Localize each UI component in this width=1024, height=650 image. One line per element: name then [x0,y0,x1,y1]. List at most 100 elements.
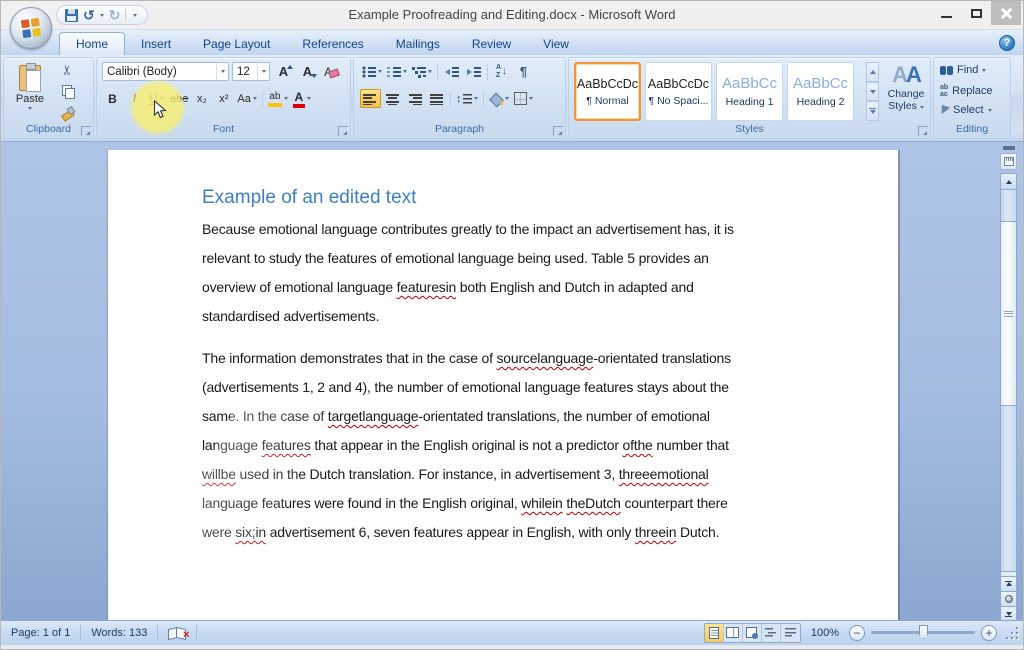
select-dropdown-arrow-icon[interactable] [988,109,992,112]
scrollbar-thumb[interactable] [1000,221,1017,406]
paste-button[interactable]: Paste [8,61,52,123]
web-layout-view-button[interactable] [743,624,762,642]
line-spacing-button[interactable]: ↕ [454,89,480,108]
proofing-status-button[interactable]: × [158,621,196,644]
view-shortcuts [704,623,801,643]
superscript-button[interactable]: x² [213,89,234,108]
clipboard-dialog-launcher[interactable] [81,126,91,136]
style-card-heading2[interactable]: AaBbCc Heading 2 [787,62,854,121]
decrease-indent-button[interactable] [441,62,462,81]
find-button[interactable]: Find [940,64,986,76]
office-button[interactable] [10,7,52,49]
font-color-dropdown-arrow-icon[interactable] [307,97,311,100]
tab-references[interactable]: References [286,32,379,55]
next-page-button[interactable] [1000,606,1017,620]
zoom-level[interactable]: 100% [801,627,849,639]
font-dialog-launcher[interactable] [338,126,348,136]
highlight-dropdown-arrow-icon[interactable] [284,97,288,100]
ruler-toggle-button[interactable] [1000,153,1017,170]
font-size-dropdown-arrow-icon[interactable] [262,70,266,73]
select-button[interactable]: Select [940,104,992,116]
close-button[interactable] [991,1,1021,25]
outline-view-button[interactable] [762,624,781,642]
font-family-dropdown-arrow-icon[interactable] [221,70,225,73]
align-left-button[interactable] [360,89,381,108]
print-layout-view-button[interactable] [705,624,724,642]
thumb-grip-icon [1004,311,1013,317]
italic-button[interactable]: I [124,89,145,108]
minimize-button[interactable] [931,1,961,25]
multilevel-list-button[interactable] [410,62,434,81]
outline-icon [765,627,776,638]
style-card-heading1[interactable]: AaBbCc Heading 1 [716,62,783,121]
paragraph-dialog-launcher[interactable] [553,126,563,136]
styles-more-button[interactable] [866,101,879,121]
previous-page-button[interactable] [1000,576,1017,592]
numbering-button[interactable] [385,62,409,81]
full-screen-reading-view-button[interactable] [724,624,743,642]
format-painter-button[interactable] [56,103,78,121]
draft-view-button[interactable] [781,624,800,642]
web-layout-icon [746,627,757,638]
tab-insert[interactable]: Insert [125,32,187,55]
find-dropdown-arrow-icon[interactable] [982,69,986,72]
tab-review[interactable]: Review [456,32,527,55]
word-count[interactable]: Words: 133 [81,621,157,644]
strikethrough-button[interactable]: abe [168,89,190,108]
resize-grip[interactable] [1005,626,1019,640]
show-hide-pilcrow-button[interactable]: ¶ [513,62,534,81]
zoom-out-button[interactable]: − [849,625,865,641]
change-case-dropdown-arrow-icon[interactable] [253,97,257,100]
subscript-button[interactable]: x₂ [191,89,212,108]
text-run: same. In the case of [202,408,328,424]
tab-view[interactable]: View [527,32,585,55]
tab-home[interactable]: Home [59,32,125,55]
help-button[interactable]: ? [999,35,1015,51]
tab-page-layout[interactable]: Page Layout [187,32,286,55]
bullets-button[interactable] [360,62,384,81]
document-page[interactable]: Example of an edited text Because emotio… [108,150,898,620]
zoom-slider-track[interactable] [871,631,975,634]
replace-button[interactable]: abac Replace [940,84,993,98]
font-color-button[interactable]: A [291,89,313,108]
copy-button[interactable] [56,82,78,100]
bold-button[interactable]: B [102,89,123,108]
grow-font-button[interactable]: A [273,62,294,81]
document-line: willbe used in the Dutch translation. Fo… [202,460,802,489]
borders-icon [514,92,527,105]
browse-object-icon [1005,595,1013,603]
style-card-no-spacing[interactable]: AaBbCcDc ¶ No Spaci... [645,62,712,121]
paste-dropdown-arrow-icon[interactable] [28,107,32,110]
zoom-in-button[interactable]: + [981,625,997,641]
document-text: Example of an edited text Because emotio… [202,183,802,560]
justify-button[interactable] [426,89,447,108]
align-center-button[interactable] [382,89,403,108]
style-card-normal[interactable]: AaBbCcDc ¶ Normal [574,62,641,121]
styles-scroll-down-button[interactable] [866,82,879,102]
sort-button[interactable]: AZ ↓ [491,62,512,81]
scroll-up-button[interactable] [1000,173,1017,190]
align-right-button[interactable] [404,89,425,108]
change-styles-dropdown-arrow-icon[interactable] [920,106,924,109]
shrink-font-button[interactable]: A [297,62,318,81]
text-highlight-button[interactable]: ab [266,89,290,108]
change-case-button[interactable]: Aa [235,89,258,108]
cut-icon: ✂ [59,65,75,76]
zoom-slider-thumb[interactable] [919,625,928,639]
maximize-button[interactable] [961,1,991,25]
font-size-combobox[interactable]: 12 [232,62,270,81]
increase-indent-button[interactable] [463,62,484,81]
tab-mailings[interactable]: Mailings [380,32,456,55]
borders-button[interactable] [512,89,535,108]
font-family-combobox[interactable]: Calibri (Body) [102,62,229,81]
cut-button[interactable]: ✂ [56,61,78,79]
styles-dialog-launcher[interactable] [918,126,928,136]
clear-formatting-button[interactable]: Aa [321,62,342,81]
shading-button[interactable] [487,89,511,108]
styles-scroll-up-button[interactable] [866,62,879,82]
split-handle[interactable] [1003,146,1015,150]
text-run: Because emotional language contributes g… [202,221,734,237]
select-browse-object-button[interactable] [1000,591,1017,607]
change-styles-button[interactable]: AA ChangeStyles [883,61,929,124]
page-indicator[interactable]: Page: 1 of 1 [1,621,80,644]
